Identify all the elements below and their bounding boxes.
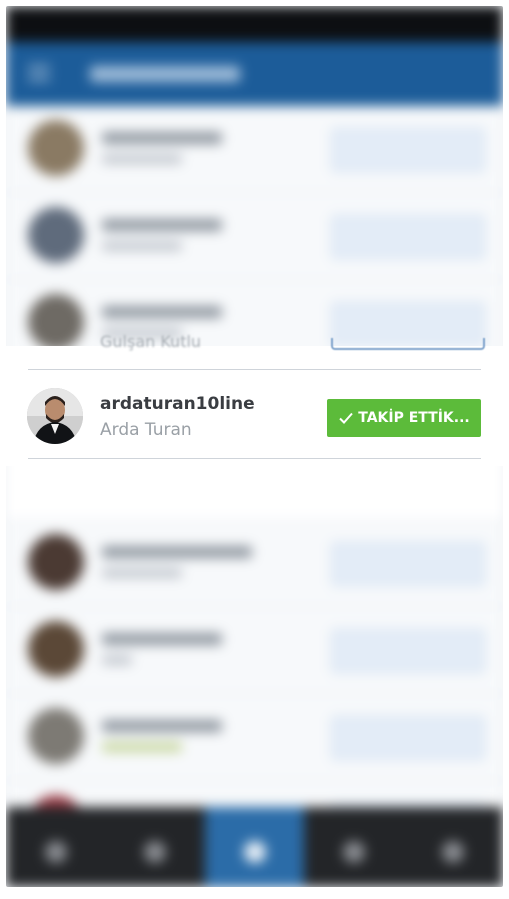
activity-icon: [304, 807, 403, 887]
full-name: Arda Turan: [100, 420, 192, 440]
avatar: [28, 621, 84, 677]
avatar: [28, 207, 84, 263]
avatar: [28, 708, 84, 764]
app-bar-title: [90, 66, 240, 82]
app-bar: [6, 42, 503, 106]
avatar[interactable]: [27, 388, 83, 444]
home-icon: [6, 807, 105, 887]
user-list: [6, 106, 503, 868]
list-item: [6, 193, 503, 280]
status-bar: [6, 6, 503, 42]
peek-follow-button: [331, 338, 485, 350]
focused-user-card: Gulşan Kutlu ardaturan10line Arda Turan …: [6, 332, 503, 466]
list-item: [6, 106, 503, 193]
peek-full-name: Gulşan Kutlu: [100, 332, 202, 351]
following-button[interactable]: TAKİP ETTİK...: [327, 399, 481, 437]
phone-screen: Gulşan Kutlu ardaturan10line Arda Turan …: [6, 6, 503, 887]
bottom-nav: [6, 807, 503, 887]
search-icon: [105, 807, 204, 887]
avatar: [28, 120, 84, 176]
follow-button: [331, 128, 485, 172]
divider: [28, 369, 481, 370]
list-item: [6, 607, 503, 694]
checkmark-icon: [339, 412, 353, 424]
avatar: [28, 534, 84, 590]
menu-icon: [28, 66, 50, 80]
divider: [28, 458, 481, 459]
follow-button: [331, 542, 485, 586]
follow-button: [331, 716, 485, 760]
profile-photo: [27, 388, 83, 444]
profile-icon: [404, 807, 503, 887]
following-button-label: TAKİP ETTİK...: [358, 410, 470, 426]
camera-icon: [204, 807, 305, 887]
list-item: [6, 694, 503, 781]
follow-button: [331, 629, 485, 673]
follow-button: [331, 215, 485, 259]
avatar: [28, 294, 84, 350]
list-item: [6, 520, 503, 607]
username[interactable]: ardaturan10line: [100, 394, 255, 414]
